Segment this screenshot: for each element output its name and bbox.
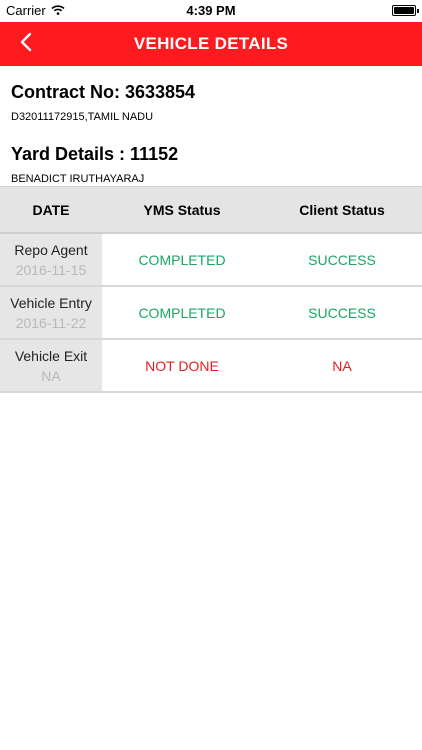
- vehicle-info: Contract No: 3633854 D32011172915,TAMIL …: [11, 80, 411, 186]
- contract-details: D32011172915,TAMIL NADU: [11, 111, 154, 123]
- status-table: DATE YMS Status Client Status Repo Agent…: [0, 186, 422, 393]
- table-row: Repo Agent 2016-11-15 COMPLETED SUCCESS: [0, 234, 422, 287]
- date-cell: Vehicle Exit NA: [0, 340, 102, 391]
- header-client-status: Client Status: [299, 201, 385, 218]
- client-status: SUCCESS: [308, 251, 376, 268]
- date-cell: Repo Agent 2016-11-15: [0, 234, 102, 285]
- status-time: 4:39 PM: [186, 3, 236, 18]
- battery-icon: [392, 5, 419, 16]
- yms-status: COMPLETED: [138, 251, 226, 268]
- contract-number: Contract No: 3633854: [11, 82, 196, 102]
- yard-details: Yard Details : 11152: [11, 144, 179, 164]
- header-date: DATE: [32, 201, 70, 218]
- yard-owner: BENADICT IRUTHAYARAJ: [11, 173, 145, 185]
- status-bar: Carrier 4:39 PM: [0, 0, 422, 22]
- header-yms-status: YMS Status: [143, 201, 221, 218]
- yms-status: COMPLETED: [138, 304, 226, 321]
- table-row: Vehicle Entry 2016-11-22 COMPLETED SUCCE…: [0, 287, 422, 340]
- nav-bar: VEHICLE DETAILS: [0, 22, 422, 66]
- client-status: SUCCESS: [308, 304, 376, 321]
- date-cell: Vehicle Entry 2016-11-22: [0, 287, 102, 338]
- stage-label: Vehicle Entry: [10, 294, 92, 311]
- stage-label: Repo Agent: [14, 241, 88, 258]
- yms-status: NOT DONE: [145, 357, 219, 374]
- client-status: NA: [332, 357, 352, 374]
- table-header: DATE YMS Status Client Status: [0, 186, 422, 234]
- table-row: Vehicle Exit NA NOT DONE NA: [0, 340, 422, 393]
- stage-date: 2016-11-22: [15, 314, 87, 331]
- page-title: VEHICLE DETAILS: [133, 34, 289, 53]
- stage-date: 2016-11-15: [15, 261, 87, 278]
- stage-label: Vehicle Exit: [14, 347, 88, 364]
- stage-date: NA: [41, 367, 61, 384]
